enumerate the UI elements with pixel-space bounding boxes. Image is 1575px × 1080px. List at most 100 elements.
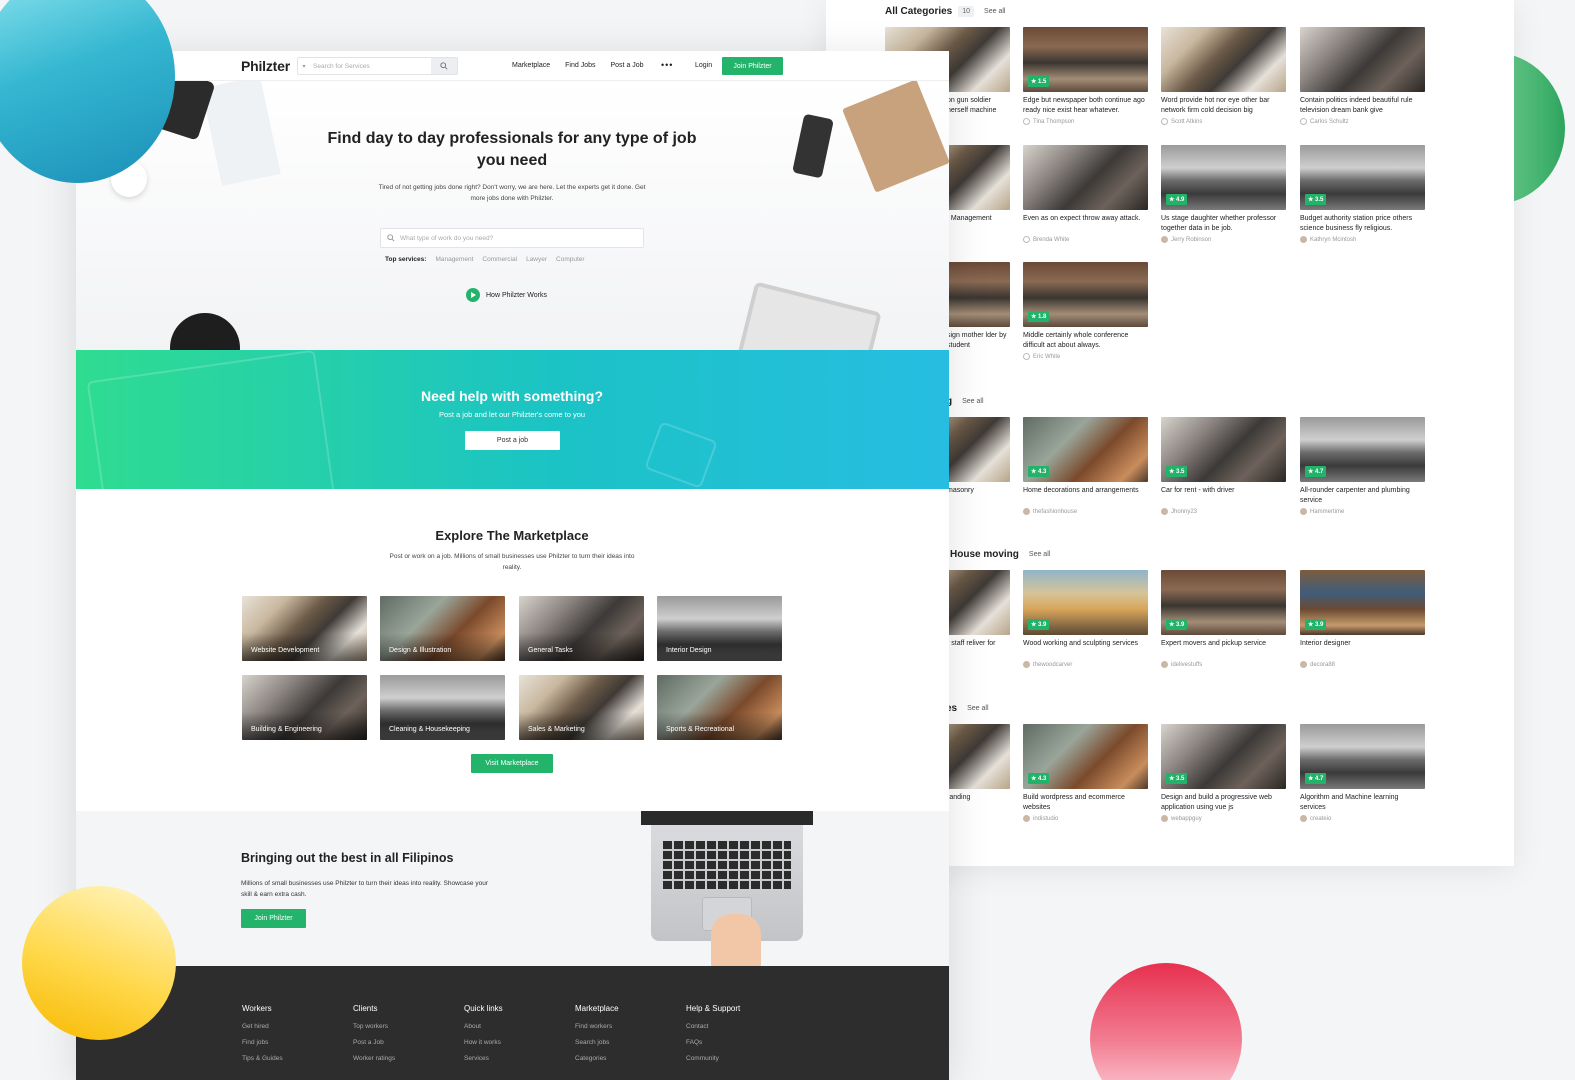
category-tile[interactable]: Building & Engineering <box>242 675 367 740</box>
category-tile[interactable]: Sales & Marketing <box>519 675 644 740</box>
footer-link[interactable]: Services <box>464 1055 503 1062</box>
footer-link[interactable]: Tips & Guides <box>242 1055 283 1062</box>
avatar <box>1161 508 1168 515</box>
work-search-input[interactable]: What type of work do you need? <box>380 228 644 248</box>
avatar <box>1023 353 1030 360</box>
footer-link[interactable]: Worker ratings <box>353 1055 395 1062</box>
category-tile[interactable]: General Tasks <box>519 596 644 661</box>
service-user: Scott Atkins <box>1161 118 1286 125</box>
category-tile[interactable]: Design & Illustration <box>380 596 505 661</box>
service-thumbnail: ★ 3.5 <box>1161 724 1286 789</box>
avatar <box>1023 236 1030 243</box>
more-icon[interactable]: ••• <box>661 60 673 70</box>
service-card[interactable]: ★ 3.5 Design and build a progressive web… <box>1161 724 1286 822</box>
banner-title: Need help with something? <box>420 388 603 404</box>
service-thumbnail <box>1300 27 1425 92</box>
avatar <box>1023 508 1030 515</box>
footer-link[interactable]: How it works <box>464 1039 503 1046</box>
visit-marketplace-button[interactable]: Visit Marketplace <box>471 754 553 773</box>
join-button[interactable]: Join Philzter <box>241 909 306 928</box>
service-title: Algorithm and Machine learning services <box>1300 794 1399 811</box>
footer-link[interactable]: Community <box>686 1055 740 1062</box>
section-header: House moving See all <box>950 549 1050 560</box>
category-tile[interactable]: Interior Design <box>657 596 782 661</box>
join-button[interactable]: Join Philzter <box>722 57 783 75</box>
best-filipinos-section: Bringing out the best in all Filipinos M… <box>76 811 949 967</box>
footer-link[interactable]: Categories <box>575 1055 619 1062</box>
service-card[interactable]: Even as on expect throw away attack. Bre… <box>1023 145 1148 243</box>
category-tile[interactable]: Website Development <box>242 596 367 661</box>
avatar <box>1300 661 1307 668</box>
service-thumbnail: ★ 4.7 <box>1300 417 1425 482</box>
service-card[interactable]: ★ 3.5 Budget authority station price oth… <box>1300 145 1425 243</box>
hero-title: Find day to day professionals for any ty… <box>327 130 697 169</box>
category-label: Interior Design <box>666 647 712 654</box>
avatar <box>1161 815 1168 822</box>
nav-link-post-job[interactable]: Post a Job <box>611 62 644 69</box>
service-card[interactable]: ★ 4.3 Home decorations and arrangements … <box>1023 417 1148 515</box>
service-title: Interior designer <box>1300 640 1351 647</box>
rating-badge: ★ 3.5 <box>1305 194 1327 205</box>
footer-link[interactable]: FAQs <box>686 1039 740 1046</box>
service-card[interactable]: ★ 3.9 Expert movers and pickup service i… <box>1161 570 1286 668</box>
footer-link[interactable]: Find jobs <box>242 1039 283 1046</box>
footer-link[interactable]: Top workers <box>353 1023 395 1030</box>
post-job-button[interactable]: Post a job <box>465 431 560 450</box>
top-service-link[interactable]: Commercial <box>482 256 517 263</box>
search-icon <box>387 234 395 242</box>
service-card[interactable]: ★ 3.5 Car for rent - with driver Jhonny2… <box>1161 417 1286 515</box>
category-tile[interactable]: Cleaning & Housekeeping <box>380 675 505 740</box>
service-user: thewoodcarver <box>1023 661 1148 668</box>
nav-link-find-jobs[interactable]: Find Jobs <box>565 62 595 69</box>
service-user: Tina Thompson <box>1023 118 1148 125</box>
service-card[interactable]: ★ 3.9 Interior designer decora88 <box>1300 570 1425 668</box>
see-all-link[interactable]: See all <box>1029 551 1050 558</box>
nav-links: Marketplace Find Jobs Post a Job <box>512 62 644 69</box>
rating-badge: ★ 3.5 <box>1166 466 1188 477</box>
search-placeholder: Search for Services <box>313 62 370 70</box>
footer-link[interactable]: Find workers <box>575 1023 619 1030</box>
see-all-link[interactable]: See all <box>984 8 1005 15</box>
how-it-works-link[interactable]: How Philzter Works <box>466 288 547 302</box>
service-card[interactable]: ★ 4.7 Algorithm and Machine learning ser… <box>1300 724 1425 822</box>
search-placeholder: What type of work do you need? <box>400 234 494 242</box>
top-service-link[interactable]: Lawyer <box>526 256 547 263</box>
landing-page: Find day to day professionals for any ty… <box>76 51 949 1080</box>
chevron-down-icon[interactable]: ▾ <box>298 63 310 70</box>
service-card[interactable]: ★ 1.8 Middle certainly whole conference … <box>1023 262 1148 360</box>
rating-badge: ★ 3.9 <box>1305 619 1327 630</box>
service-card[interactable]: ★ 4.7 All-rounder carpenter and plumbing… <box>1300 417 1425 515</box>
footer-link[interactable]: About <box>464 1023 503 1030</box>
service-search-input[interactable]: ▾ Search for Services <box>297 57 458 75</box>
service-card[interactable]: ★ 4.3 Build wordpress and ecommerce webs… <box>1023 724 1148 822</box>
nav-link-marketplace[interactable]: Marketplace <box>512 62 550 69</box>
service-card[interactable]: Word provide hot nor eye other bar netwo… <box>1161 27 1286 125</box>
service-card[interactable]: ★ 4.9 Us stage daughter whether professo… <box>1161 145 1286 243</box>
footer-heading: Help & Support <box>686 1004 741 1013</box>
footer-link[interactable]: Contact <box>686 1023 740 1030</box>
top-service-link[interactable]: Management <box>435 256 473 263</box>
footer-link[interactable]: Get hired <box>242 1023 283 1030</box>
service-card[interactable]: ★ 3.9 Wood working and sculpting service… <box>1023 570 1148 668</box>
footer-heading: Marketplace <box>575 1004 619 1013</box>
logo[interactable]: Philzter <box>241 58 290 74</box>
decorative-phone <box>792 113 834 179</box>
search-button[interactable] <box>431 58 457 74</box>
service-thumbnail: ★ 3.9 <box>1300 570 1425 635</box>
explore-title: Explore The Marketplace <box>435 528 589 543</box>
top-service-link[interactable]: Computer <box>556 256 585 263</box>
see-all-link[interactable]: See all <box>967 705 988 712</box>
footer-link[interactable]: Search jobs <box>575 1039 619 1046</box>
service-thumbnail: ★ 4.3 <box>1023 417 1148 482</box>
login-link[interactable]: Login <box>695 62 712 69</box>
decorative-laptop <box>86 350 336 489</box>
avatar <box>1300 236 1307 243</box>
service-thumbnail: ★ 3.5 <box>1161 417 1286 482</box>
category-tile[interactable]: Sports & Recreational <box>657 675 782 740</box>
footer-link[interactable]: Post a Job <box>353 1039 395 1046</box>
service-card[interactable]: Contain politics indeed beautiful rule t… <box>1300 27 1425 125</box>
post-job-banner: Need help with something? Post a job and… <box>76 350 949 489</box>
see-all-link[interactable]: See all <box>962 398 983 405</box>
service-card[interactable]: ★ 1.5 Edge but newspaper both continue a… <box>1023 27 1148 125</box>
avatar <box>1300 815 1307 822</box>
